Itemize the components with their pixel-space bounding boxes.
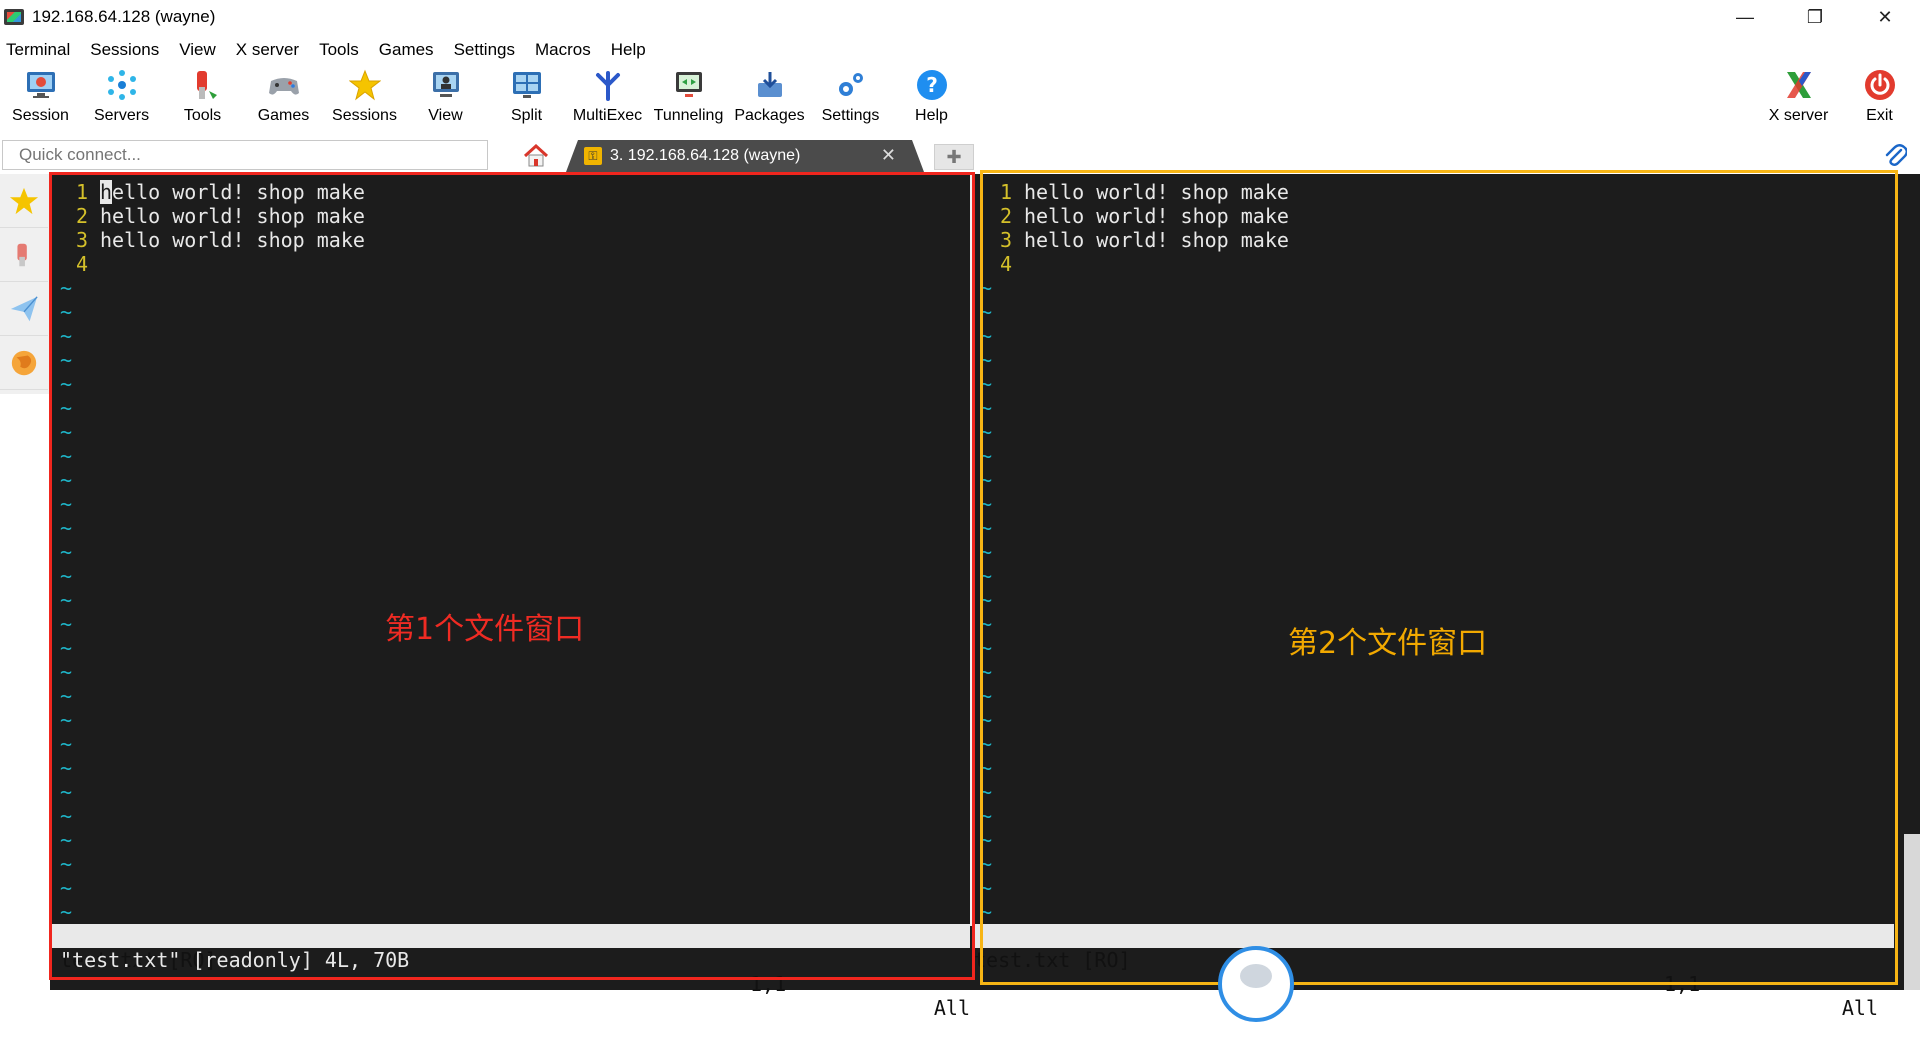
status-percent: All bbox=[1841, 996, 1878, 1020]
session-button[interactable]: Session bbox=[0, 64, 81, 134]
tools-label: Tools bbox=[183, 107, 222, 124]
packages-label: Packages bbox=[734, 107, 805, 124]
servers-icon bbox=[105, 68, 139, 102]
tools-icon bbox=[186, 68, 220, 102]
settings-button[interactable]: Settings bbox=[810, 64, 891, 134]
menu-terminal[interactable]: Terminal bbox=[0, 40, 80, 60]
games-button[interactable]: Games bbox=[243, 64, 324, 134]
sidebar-sessions[interactable] bbox=[0, 174, 48, 228]
split-label: Split bbox=[510, 107, 543, 124]
split-icon bbox=[510, 68, 544, 102]
power-icon bbox=[1863, 68, 1897, 102]
multiexec-icon bbox=[591, 68, 625, 102]
annotation-box-left bbox=[49, 172, 975, 980]
servers-label: Servers bbox=[93, 107, 150, 124]
new-tab-button[interactable]: ✚ bbox=[934, 144, 974, 170]
window-title: 192.168.64.128 (wayne) bbox=[32, 7, 216, 26]
help-icon: ? bbox=[915, 68, 949, 102]
session-icon bbox=[24, 68, 58, 102]
session-tab-active[interactable]: ⚿ 3. 192.168.64.128 (wayne) ✕ bbox=[566, 140, 924, 172]
mobaxterm-icon bbox=[4, 7, 24, 27]
annotation-box-right bbox=[980, 170, 1898, 985]
x-server-button[interactable]: X server bbox=[1758, 64, 1839, 134]
tunneling-label: Tunneling bbox=[653, 107, 724, 124]
floating-assistant-avatar[interactable] bbox=[1218, 946, 1294, 1022]
left-sidebar bbox=[0, 174, 50, 394]
maximize-button[interactable]: ❐ bbox=[1780, 0, 1850, 34]
status-percent: All bbox=[933, 996, 970, 1020]
home-icon bbox=[523, 144, 549, 167]
menu-sessions[interactable]: Sessions bbox=[84, 40, 169, 60]
key-icon: ⚿ bbox=[584, 147, 602, 165]
minimize-button[interactable]: — bbox=[1710, 0, 1780, 34]
menu-games[interactable]: Games bbox=[373, 40, 444, 60]
tools-button[interactable]: Tools bbox=[162, 64, 243, 134]
menu-tools[interactable]: Tools bbox=[313, 40, 369, 60]
servers-button[interactable]: Servers bbox=[81, 64, 162, 134]
multiexec-button[interactable]: MultiExec bbox=[567, 64, 648, 134]
home-tab[interactable] bbox=[508, 140, 564, 172]
multiexec-label: MultiExec bbox=[572, 107, 643, 124]
star-icon bbox=[9, 187, 39, 214]
settings-label: Settings bbox=[821, 107, 880, 124]
title-bar: 192.168.64.128 (wayne) — ❐ ✕ bbox=[0, 0, 1920, 34]
packages-icon bbox=[753, 68, 787, 102]
settings-gear-icon bbox=[834, 68, 868, 102]
menu-settings[interactable]: Settings bbox=[448, 40, 525, 60]
tab-row: ⚿ 3. 192.168.64.128 (wayne) ✕ ✚ bbox=[0, 138, 1920, 174]
tunneling-button[interactable]: Tunneling bbox=[648, 64, 729, 134]
globe-icon bbox=[11, 350, 37, 375]
menu-help[interactable]: Help bbox=[605, 40, 656, 60]
packages-button[interactable]: Packages bbox=[729, 64, 810, 134]
toolbar-right: X server Exit bbox=[1758, 64, 1920, 134]
sidebar-tools[interactable] bbox=[0, 228, 48, 282]
view-button[interactable]: View bbox=[405, 64, 486, 134]
window-controls: — ❐ ✕ bbox=[1710, 0, 1920, 34]
menu-macros[interactable]: Macros bbox=[529, 40, 601, 60]
paper-plane-icon bbox=[10, 295, 38, 321]
view-label: View bbox=[428, 107, 463, 124]
games-icon bbox=[267, 68, 301, 102]
sessions-label: Sessions bbox=[332, 107, 397, 124]
exit-label: Exit bbox=[1866, 107, 1893, 124]
annotation-label-left: 第1个文件窗口 bbox=[385, 612, 585, 647]
tools-icon bbox=[17, 243, 27, 266]
split-button[interactable]: Split bbox=[486, 64, 567, 134]
help-label: Help bbox=[915, 107, 948, 124]
xserver-icon bbox=[1782, 68, 1816, 102]
annotation-label-right: 第2个文件窗口 bbox=[1288, 626, 1488, 661]
menu-x-server[interactable]: X server bbox=[230, 40, 309, 60]
attachment-icon[interactable] bbox=[1880, 140, 1910, 170]
sessions-button[interactable]: Sessions bbox=[324, 64, 405, 134]
tab-close-icon[interactable]: ✕ bbox=[881, 145, 896, 166]
sidebar-sftp[interactable] bbox=[0, 336, 48, 390]
help-button[interactable]: ? Help bbox=[891, 64, 972, 134]
sidebar-macros[interactable] bbox=[0, 282, 48, 336]
svg-text:?: ? bbox=[926, 73, 938, 97]
exit-button[interactable]: Exit bbox=[1839, 64, 1920, 134]
session-tab-label: 3. 192.168.64.128 (wayne) bbox=[610, 147, 801, 164]
session-label: Session bbox=[12, 107, 69, 124]
quick-connect-input[interactable] bbox=[2, 140, 488, 170]
toolbar: Session Servers Tools Games Sessions Vie… bbox=[0, 64, 1920, 134]
menu-bar: Terminal Sessions View X server Tools Ga… bbox=[0, 36, 660, 64]
x-server-label: X server bbox=[1768, 107, 1829, 124]
close-button[interactable]: ✕ bbox=[1850, 0, 1920, 34]
menu-view[interactable]: View bbox=[173, 40, 226, 60]
games-label: Games bbox=[257, 107, 310, 124]
view-icon bbox=[429, 68, 463, 102]
sessions-star-icon bbox=[348, 68, 382, 102]
terminal-scrollbar[interactable] bbox=[1904, 834, 1920, 990]
tunneling-icon bbox=[672, 68, 706, 102]
